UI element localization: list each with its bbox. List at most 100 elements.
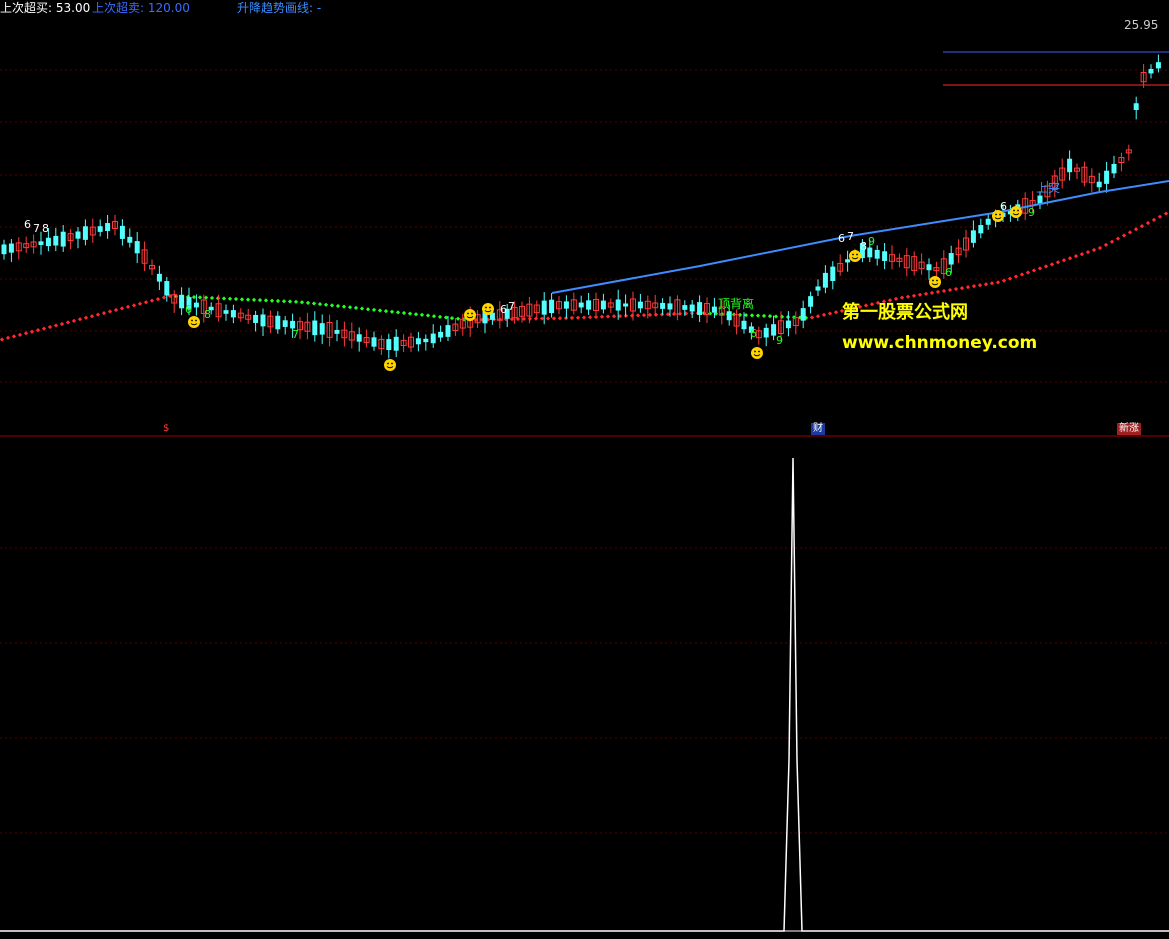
candle-body <box>741 320 747 330</box>
candle-body <box>726 311 732 321</box>
smiley-icon <box>482 303 494 315</box>
count-digit: 7 <box>33 222 40 235</box>
candle-body <box>845 259 851 263</box>
candle-body <box>230 310 236 318</box>
count-digit: 7 <box>847 230 854 243</box>
candle-body <box>815 286 821 291</box>
smiley-eye <box>391 362 393 365</box>
smiley-icon <box>384 359 396 371</box>
candle-body <box>1104 170 1110 184</box>
count-digit: 6 <box>500 303 507 316</box>
candle-body <box>926 264 932 271</box>
candle-body <box>312 320 318 336</box>
candle-body <box>82 226 88 240</box>
candle-body <box>75 231 81 239</box>
candle-body <box>867 247 873 258</box>
smiley-eye <box>995 213 997 216</box>
candle-body <box>97 226 103 232</box>
candle-body <box>1133 103 1139 110</box>
count-digit: 6 <box>24 218 31 231</box>
count-digit: 9 <box>776 334 783 347</box>
annotation-top-divergence: 顶背离 <box>718 297 755 311</box>
candle-body <box>156 273 162 282</box>
candle-body <box>445 325 451 337</box>
marker-dollar: $ <box>163 423 170 434</box>
candle-body <box>600 300 606 310</box>
smiley-icon <box>929 276 941 288</box>
candle-body <box>223 310 229 314</box>
candle-body <box>682 305 688 310</box>
candle-body <box>356 334 362 342</box>
candle-body <box>334 329 340 334</box>
candle-body <box>667 303 673 310</box>
candle-body <box>785 320 791 329</box>
candle-body <box>882 251 888 262</box>
count-digit: 6 <box>1000 200 1007 213</box>
smiley-eye <box>754 350 756 353</box>
candle-body <box>1 244 7 255</box>
annotation-breakout: 上突 <box>1036 181 1061 195</box>
candle-body <box>948 253 954 265</box>
candle-body <box>127 236 133 243</box>
smiley-eye <box>195 319 197 322</box>
candle-body <box>1096 181 1102 188</box>
count-digit: 8 <box>860 240 867 253</box>
candle-body <box>689 304 695 312</box>
count-digit: 6 <box>185 303 192 316</box>
candle-body <box>978 225 984 234</box>
smiley-eye <box>191 319 193 322</box>
stock-chart[interactable]: 6 7 86 876 7696 78 966 9 <box>0 0 1169 939</box>
candle-body <box>119 225 125 239</box>
candle-body <box>763 327 769 338</box>
candle-body <box>393 336 399 351</box>
smiley-eye <box>467 312 469 315</box>
watermark-site-url: www.chnmoney.com <box>842 333 1038 353</box>
candle-body <box>415 338 421 345</box>
candle-body <box>134 241 140 254</box>
count-digit: 7 <box>292 328 299 341</box>
candle-body <box>563 301 569 309</box>
candle-body <box>260 314 266 327</box>
candle-body <box>822 272 828 288</box>
candle-body <box>874 249 880 259</box>
candle-body <box>808 296 814 307</box>
candle-body <box>38 241 44 245</box>
candle-body <box>105 223 111 231</box>
candle-body <box>60 231 66 247</box>
count-digit: 7 <box>508 300 515 313</box>
candle-body <box>179 294 185 309</box>
marker-xinzhang: 新涨 <box>1117 423 1141 435</box>
count-digit: 8 <box>42 222 49 235</box>
candle-body <box>830 266 836 281</box>
smiley-icon <box>1010 206 1022 218</box>
smiley-eye <box>387 362 389 365</box>
smiley-icon <box>188 316 200 328</box>
candle-body <box>282 320 288 327</box>
candle-body <box>541 300 547 315</box>
watermark-site-name: 第一股票公式网 <box>842 302 968 323</box>
candle-body <box>53 235 59 246</box>
count-digit: 6 <box>838 232 845 245</box>
smiley-eye <box>999 213 1001 216</box>
smiley-eye <box>471 312 473 315</box>
candle-body <box>253 314 259 323</box>
candle-body <box>45 237 51 247</box>
count-digit: 6 <box>750 327 757 340</box>
candle-body <box>578 302 584 308</box>
candle-body <box>319 323 325 335</box>
count-digit: 9 <box>868 235 875 248</box>
candle-body <box>275 315 281 330</box>
candle-body <box>800 308 806 321</box>
price-label: 25.95 <box>1124 18 1159 32</box>
candle-body <box>970 230 976 243</box>
smiley-eye <box>1013 209 1015 212</box>
candle-body <box>423 338 429 343</box>
candle-body <box>660 302 666 309</box>
count-digit: 9 <box>1028 206 1035 219</box>
smiley-eye <box>936 279 938 282</box>
candle-body <box>430 333 436 344</box>
candle-body <box>586 300 592 310</box>
candle-body <box>438 331 444 338</box>
candle-body <box>1148 68 1154 74</box>
smiley-eye <box>489 306 491 309</box>
